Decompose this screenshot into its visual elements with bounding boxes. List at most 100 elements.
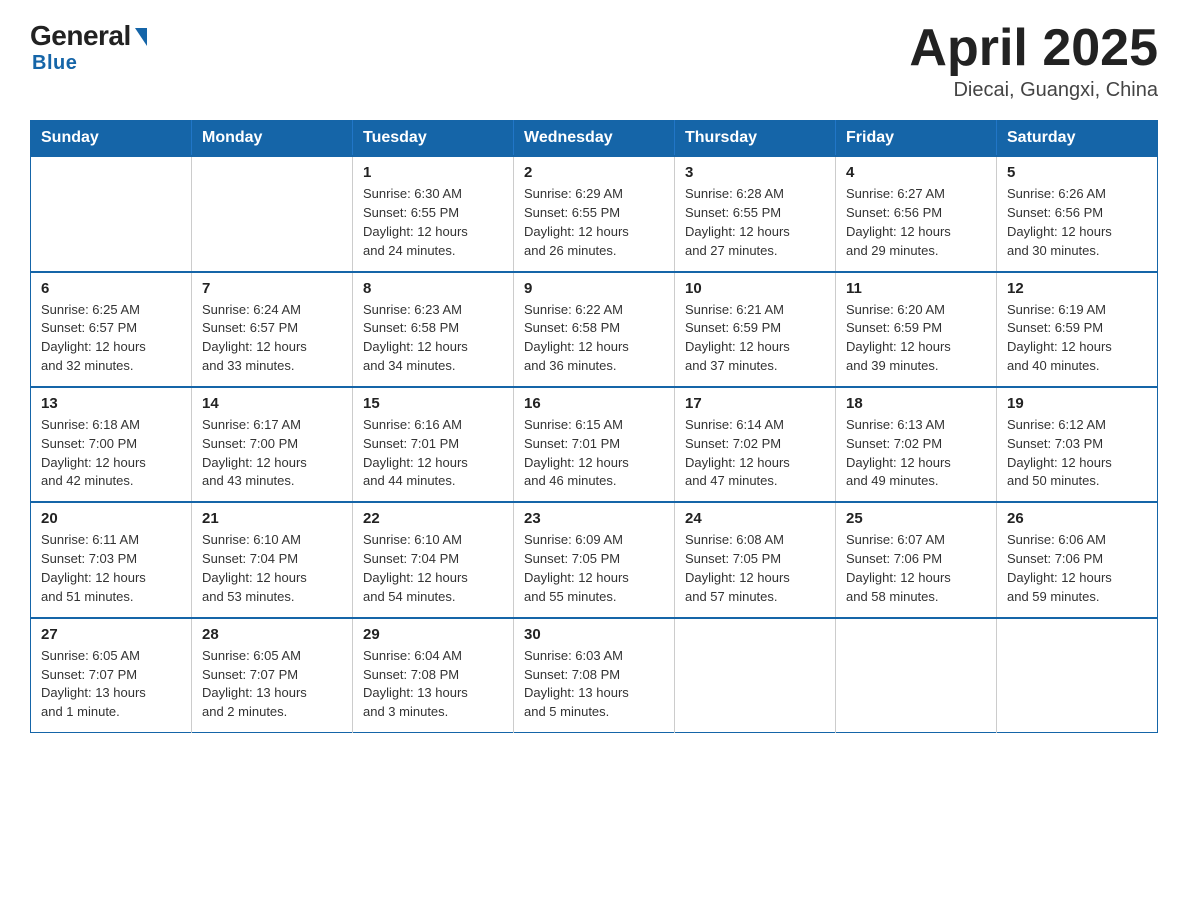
day-info: Sunrise: 6:20 AMSunset: 6:59 PMDaylight:… xyxy=(846,301,986,376)
calendar-day-23: 23 Sunrise: 6:09 AMSunset: 7:05 PMDayligh… xyxy=(514,502,675,617)
day-info: Sunrise: 6:27 AMSunset: 6:56 PMDaylight:… xyxy=(846,185,986,260)
calendar-day-20: 20 Sunrise: 6:11 AMSunset: 7:03 PMDayligh… xyxy=(31,502,192,617)
calendar-day-17: 17 Sunrise: 6:14 AMSunset: 7:02 PMDayligh… xyxy=(675,387,836,502)
day-info: Sunrise: 6:11 AMSunset: 7:03 PMDaylight:… xyxy=(41,531,181,606)
day-number: 17 xyxy=(685,395,825,412)
calendar-day-24: 24 Sunrise: 6:08 AMSunset: 7:05 PMDayligh… xyxy=(675,502,836,617)
logo: General Blue xyxy=(30,20,147,75)
day-number: 9 xyxy=(524,280,664,297)
calendar-empty-cell xyxy=(836,618,997,733)
calendar-day-28: 28 Sunrise: 6:05 AMSunset: 7:07 PMDayligh… xyxy=(192,618,353,733)
calendar-header-friday: Friday xyxy=(836,121,997,157)
logo-general-label: General xyxy=(30,20,131,52)
day-info: Sunrise: 6:13 AMSunset: 7:02 PMDaylight:… xyxy=(846,416,986,491)
day-info: Sunrise: 6:22 AMSunset: 6:58 PMDaylight:… xyxy=(524,301,664,376)
day-info: Sunrise: 6:23 AMSunset: 6:58 PMDaylight:… xyxy=(363,301,503,376)
calendar-header-saturday: Saturday xyxy=(997,121,1158,157)
page-header: General Blue April 2025 Diecai, Guangxi,… xyxy=(30,20,1158,102)
calendar-day-3: 3 Sunrise: 6:28 AMSunset: 6:55 PMDaylight… xyxy=(675,156,836,271)
day-info: Sunrise: 6:18 AMSunset: 7:00 PMDaylight:… xyxy=(41,416,181,491)
calendar-week-row: 13 Sunrise: 6:18 AMSunset: 7:00 PMDayligh… xyxy=(31,387,1158,502)
day-info: Sunrise: 6:14 AMSunset: 7:02 PMDaylight:… xyxy=(685,416,825,491)
calendar-day-5: 5Sunrise: 6:26 AMSunset: 6:56 PMDaylight… xyxy=(997,156,1158,271)
day-info: Sunrise: 6:29 AMSunset: 6:55 PMDaylight:… xyxy=(524,185,664,260)
day-number: 30 xyxy=(524,626,664,643)
calendar-day-18: 18 Sunrise: 6:13 AMSunset: 7:02 PMDayligh… xyxy=(836,387,997,502)
day-info: Sunrise: 6:10 AMSunset: 7:04 PMDaylight:… xyxy=(202,531,342,606)
day-info: Sunrise: 6:05 AMSunset: 7:07 PMDaylight:… xyxy=(202,647,342,722)
day-number: 6 xyxy=(41,280,181,297)
day-info: Sunrise: 6:25 AMSunset: 6:57 PMDaylight:… xyxy=(41,301,181,376)
day-number: 24 xyxy=(685,510,825,527)
calendar-week-row: 6 Sunrise: 6:25 AMSunset: 6:57 PMDaylight… xyxy=(31,272,1158,387)
calendar-day-2: 2Sunrise: 6:29 AMSunset: 6:55 PMDaylight… xyxy=(514,156,675,271)
day-number: 19 xyxy=(1007,395,1147,412)
logo-arrow-icon xyxy=(135,28,147,46)
calendar-day-13: 13 Sunrise: 6:18 AMSunset: 7:00 PMDayligh… xyxy=(31,387,192,502)
calendar-day-8: 8 Sunrise: 6:23 AMSunset: 6:58 PMDaylight… xyxy=(353,272,514,387)
day-info: Sunrise: 6:09 AMSunset: 7:05 PMDaylight:… xyxy=(524,531,664,606)
day-number: 28 xyxy=(202,626,342,643)
calendar-day-26: 26 Sunrise: 6:06 AMSunset: 7:06 PMDayligh… xyxy=(997,502,1158,617)
calendar-week-row: 1Sunrise: 6:30 AMSunset: 6:55 PMDaylight… xyxy=(31,156,1158,271)
day-number: 23 xyxy=(524,510,664,527)
day-number: 18 xyxy=(846,395,986,412)
day-number: 7 xyxy=(202,280,342,297)
calendar-week-row: 20 Sunrise: 6:11 AMSunset: 7:03 PMDayligh… xyxy=(31,502,1158,617)
calendar-header-tuesday: Tuesday xyxy=(353,121,514,157)
day-number: 14 xyxy=(202,395,342,412)
day-number: 12 xyxy=(1007,280,1147,297)
calendar-day-27: 27Sunrise: 6:05 AMSunset: 7:07 PMDayligh… xyxy=(31,618,192,733)
calendar-table: SundayMondayTuesdayWednesdayThursdayFrid… xyxy=(30,120,1158,733)
day-number: 16 xyxy=(524,395,664,412)
calendar-day-4: 4 Sunrise: 6:27 AMSunset: 6:56 PMDaylight… xyxy=(836,156,997,271)
day-number: 20 xyxy=(41,510,181,527)
calendar-empty-cell xyxy=(997,618,1158,733)
day-info: Sunrise: 6:03 AMSunset: 7:08 PMDaylight:… xyxy=(524,647,664,722)
calendar-week-row: 27 Sunrise: 6:05 AMSunset: 7:07 PMDayligh… xyxy=(31,618,1158,733)
calendar-day-1: 1Sunrise: 6:30 AMSunset: 6:55 PMDaylight… xyxy=(353,156,514,271)
day-number: 15 xyxy=(363,395,503,412)
day-number: 3 xyxy=(685,164,825,181)
calendar-day-21: 21Sunrise: 6:10 AMSunset: 7:04 PMDayligh… xyxy=(192,502,353,617)
day-number: 1 xyxy=(363,164,503,181)
day-info: Sunrise: 6:07 AMSunset: 7:06 PMDaylight:… xyxy=(846,531,986,606)
calendar-day-22: 22 Sunrise: 6:10 AMSunset: 7:04 PMDayligh… xyxy=(353,502,514,617)
day-number: 29 xyxy=(363,626,503,643)
day-info: Sunrise: 6:19 AMSunset: 6:59 PMDaylight:… xyxy=(1007,301,1147,376)
calendar-day-12: 12 Sunrise: 6:19 AMSunset: 6:59 PMDayligh… xyxy=(997,272,1158,387)
day-info: Sunrise: 6:21 AMSunset: 6:59 PMDaylight:… xyxy=(685,301,825,376)
day-info: Sunrise: 6:26 AMSunset: 6:56 PMDaylight:… xyxy=(1007,185,1147,260)
day-number: 22 xyxy=(363,510,503,527)
calendar-day-25: 25 Sunrise: 6:07 AMSunset: 7:06 PMDayligh… xyxy=(836,502,997,617)
calendar-day-6: 6 Sunrise: 6:25 AMSunset: 6:57 PMDaylight… xyxy=(31,272,192,387)
day-info: Sunrise: 6:28 AMSunset: 6:55 PMDaylight:… xyxy=(685,185,825,260)
day-number: 27 xyxy=(41,626,181,643)
calendar-header-sunday: Sunday xyxy=(31,121,192,157)
calendar-header-row: SundayMondayTuesdayWednesdayThursdayFrid… xyxy=(31,121,1158,157)
day-number: 13 xyxy=(41,395,181,412)
day-number: 8 xyxy=(363,280,503,297)
day-info: Sunrise: 6:15 AMSunset: 7:01 PMDaylight:… xyxy=(524,416,664,491)
day-number: 11 xyxy=(846,280,986,297)
calendar-empty-cell xyxy=(192,156,353,271)
calendar-day-9: 9 Sunrise: 6:22 AMSunset: 6:58 PMDaylight… xyxy=(514,272,675,387)
day-number: 25 xyxy=(846,510,986,527)
calendar-day-7: 7Sunrise: 6:24 AMSunset: 6:57 PMDaylight… xyxy=(192,272,353,387)
day-number: 4 xyxy=(846,164,986,181)
logo-blue-label: Blue xyxy=(32,52,77,75)
day-info: Sunrise: 6:06 AMSunset: 7:06 PMDaylight:… xyxy=(1007,531,1147,606)
calendar-day-16: 16 Sunrise: 6:15 AMSunset: 7:01 PMDayligh… xyxy=(514,387,675,502)
calendar-day-19: 19 Sunrise: 6:12 AMSunset: 7:03 PMDayligh… xyxy=(997,387,1158,502)
calendar-empty-cell xyxy=(675,618,836,733)
calendar-header-monday: Monday xyxy=(192,121,353,157)
calendar-day-29: 29Sunrise: 6:04 AMSunset: 7:08 PMDayligh… xyxy=(353,618,514,733)
day-number: 26 xyxy=(1007,510,1147,527)
day-info: Sunrise: 6:10 AMSunset: 7:04 PMDaylight:… xyxy=(363,531,503,606)
day-info: Sunrise: 6:08 AMSunset: 7:05 PMDaylight:… xyxy=(685,531,825,606)
calendar-day-11: 11 Sunrise: 6:20 AMSunset: 6:59 PMDayligh… xyxy=(836,272,997,387)
day-info: Sunrise: 6:12 AMSunset: 7:03 PMDaylight:… xyxy=(1007,416,1147,491)
calendar-day-14: 14Sunrise: 6:17 AMSunset: 7:00 PMDayligh… xyxy=(192,387,353,502)
calendar-day-10: 10Sunrise: 6:21 AMSunset: 6:59 PMDayligh… xyxy=(675,272,836,387)
calendar-day-30: 30 Sunrise: 6:03 AMSunset: 7:08 PMDayligh… xyxy=(514,618,675,733)
